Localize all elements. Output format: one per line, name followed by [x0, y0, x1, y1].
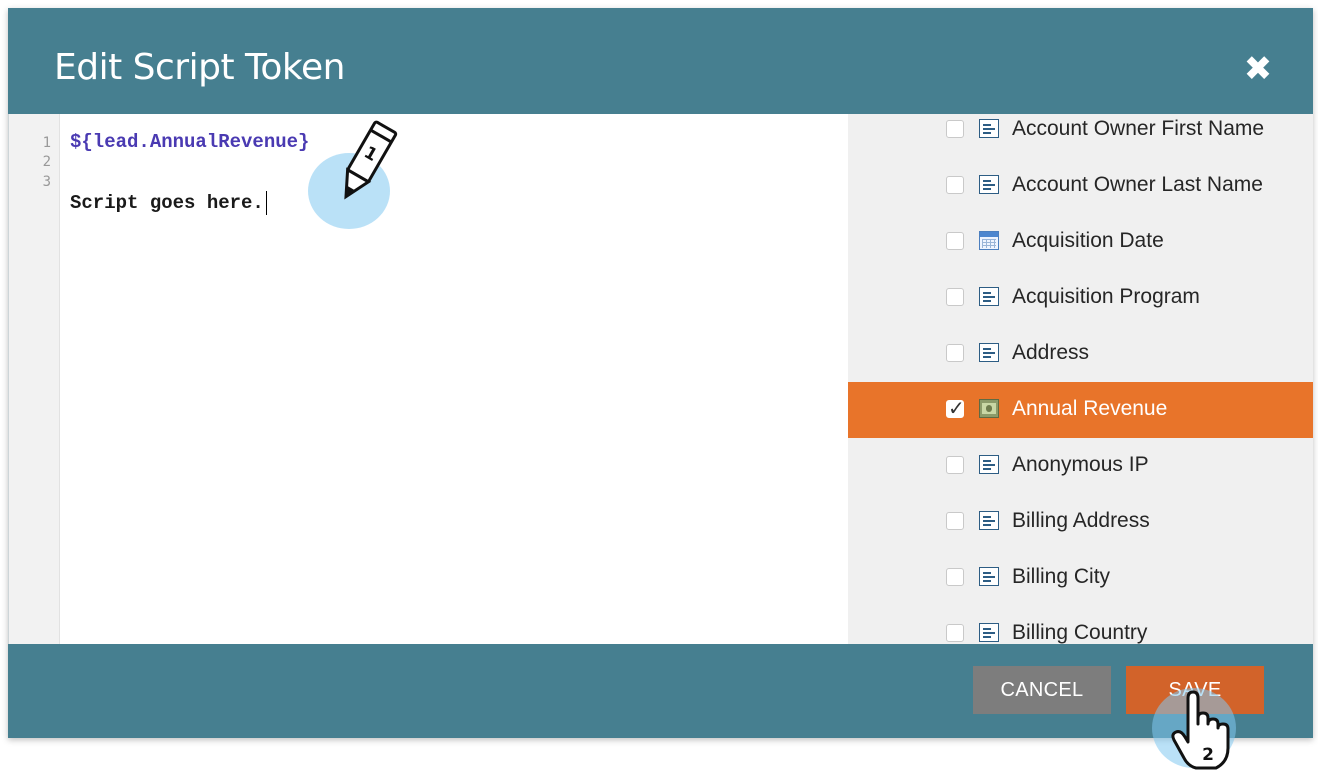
calendar-icon	[979, 231, 999, 250]
text-caret	[265, 190, 267, 215]
field-checkbox[interactable]	[946, 512, 964, 530]
field-label: Billing City	[1012, 565, 1111, 588]
text-field-icon	[979, 567, 999, 586]
field-checkbox[interactable]	[946, 232, 964, 250]
field-list[interactable]: Account Owner First Name Account Owner La…	[848, 114, 1313, 644]
code-line-token[interactable]: ${lead.AnnualRevenue}	[70, 129, 309, 155]
field-row[interactable]: Address	[848, 326, 1313, 382]
checkmark-icon: ✓	[948, 396, 965, 420]
pencil-icon: 1	[344, 120, 398, 200]
field-checkbox[interactable]	[946, 624, 964, 642]
field-label: Billing Address	[1012, 509, 1150, 532]
line-number-gutter: 1 2 3	[9, 114, 60, 644]
field-label: Anonymous IP	[1012, 453, 1149, 476]
text-field-icon	[979, 623, 999, 642]
currency-icon	[979, 399, 999, 418]
field-checkbox[interactable]	[946, 344, 964, 362]
field-label: Acquisition Program	[1012, 285, 1200, 308]
field-label: Acquisition Date	[1012, 229, 1164, 252]
cancel-button[interactable]: CANCEL	[973, 666, 1111, 714]
field-label: Account Owner Last Name	[1012, 173, 1263, 196]
field-label: Account Owner First Name	[1012, 117, 1265, 140]
field-label: Annual Revenue	[1012, 397, 1168, 420]
dialog-footer: CANCEL SAVE	[8, 644, 1313, 738]
dialog-header: Edit Script Token ✖	[8, 8, 1313, 113]
field-row[interactable]: Acquisition Date	[848, 214, 1313, 270]
line-number: 2	[42, 154, 51, 170]
code-line-script[interactable]: Script goes here.	[70, 190, 267, 216]
field-checkbox[interactable]	[946, 456, 964, 474]
field-row[interactable]: ✓ Annual Revenue	[848, 382, 1313, 438]
pointer-hand-icon: 2	[1171, 690, 1230, 770]
edit-script-token-dialog: Edit Script Token ✖ 1 2 3 ${lead.AnnualR…	[8, 8, 1313, 738]
text-field-icon	[979, 119, 999, 138]
step-2-label: 2	[1202, 745, 1214, 765]
field-checkbox[interactable]	[946, 120, 964, 138]
line-number: 3	[42, 174, 51, 190]
dialog-title: Edit Script Token	[54, 47, 345, 88]
text-field-icon	[979, 175, 999, 194]
close-icon[interactable]: ✖	[1241, 52, 1275, 86]
field-label: Address	[1012, 341, 1090, 364]
text-field-icon	[979, 287, 999, 306]
field-label: Billing Country	[1012, 621, 1148, 644]
field-checkbox[interactable]	[946, 568, 964, 586]
field-checkbox[interactable]: ✓	[946, 396, 965, 420]
script-editor[interactable]: 1 2 3 ${lead.AnnualRevenue} Script goes …	[8, 114, 849, 644]
field-row[interactable]: Billing City	[848, 550, 1313, 606]
text-field-icon	[979, 343, 999, 362]
text-field-icon	[979, 455, 999, 474]
field-checkbox[interactable]	[946, 176, 964, 194]
field-row[interactable]: Acquisition Program	[848, 270, 1313, 326]
field-row[interactable]: Account Owner First Name	[848, 114, 1313, 158]
field-checkbox[interactable]	[946, 288, 964, 306]
field-row[interactable]: Anonymous IP	[848, 438, 1313, 494]
field-row[interactable]: Billing Country	[848, 606, 1313, 644]
field-row[interactable]: Account Owner Last Name	[848, 158, 1313, 214]
field-row[interactable]: Billing Address	[848, 494, 1313, 550]
code-line-script-text: Script goes here.	[70, 192, 264, 214]
text-field-icon	[979, 511, 999, 530]
